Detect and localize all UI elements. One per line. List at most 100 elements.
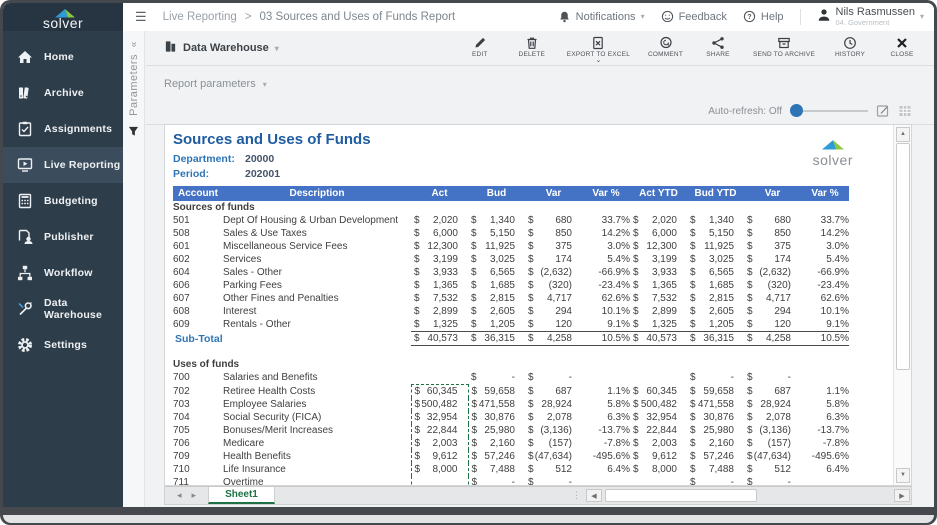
value-cell[interactable]: $7,532 — [411, 292, 468, 305]
scroll-left-button[interactable]: ◀ — [586, 489, 602, 502]
scroll-right-button[interactable]: ▶ — [894, 489, 910, 502]
value-cell[interactable]: $2,078 — [744, 411, 801, 424]
value-cell[interactable]: $60,345 — [630, 385, 687, 399]
subtotal-value-cell[interactable]: $36,315 — [687, 332, 744, 346]
sidebar-item-data-warehouse[interactable]: Data Warehouse — [3, 291, 123, 327]
value-cell[interactable]: -23.4% — [801, 279, 849, 292]
subtotal-value-cell[interactable]: $4,258 — [525, 332, 582, 346]
value-cell[interactable]: $6,000 — [630, 227, 687, 240]
value-cell[interactable]: $30,876 — [687, 411, 744, 424]
value-cell[interactable]: $1,205 — [687, 318, 744, 332]
value-cell[interactable]: $- — [468, 371, 525, 385]
value-cell[interactable]: 6.3% — [582, 411, 630, 424]
parameters-panel-collapsed[interactable]: » Parameters — [123, 31, 145, 507]
account-cell[interactable]: 711 — [173, 476, 223, 486]
value-cell[interactable] — [411, 371, 468, 385]
delete-button[interactable]: DELETE — [506, 32, 558, 60]
account-cell[interactable]: 608 — [173, 305, 223, 318]
description-cell[interactable]: Bonuses/Merit Increases — [223, 424, 411, 437]
sidebar-item-home[interactable]: Home — [3, 39, 123, 75]
value-cell[interactable]: $2,160 — [468, 437, 525, 450]
value-cell[interactable]: $375 — [525, 240, 582, 253]
value-cell[interactable]: -66.9% — [801, 266, 849, 279]
value-cell[interactable] — [411, 476, 468, 486]
vertical-scroll-thumb[interactable] — [896, 143, 910, 370]
value-cell[interactable]: -495.6% — [582, 450, 630, 463]
value-cell[interactable]: 10.1% — [801, 305, 849, 318]
value-cell[interactable]: $2,899 — [630, 305, 687, 318]
value-cell[interactable]: $57,246 — [687, 450, 744, 463]
value-cell[interactable]: $5,150 — [687, 227, 744, 240]
value-cell[interactable]: $22,844 — [630, 424, 687, 437]
value-cell[interactable]: 5.8% — [801, 398, 849, 411]
value-cell[interactable]: $1,365 — [411, 279, 468, 292]
account-cell[interactable]: 601 — [173, 240, 223, 253]
value-cell[interactable]: $6,565 — [687, 266, 744, 279]
value-cell[interactable]: $1,325 — [411, 318, 468, 332]
value-cell[interactable]: -66.9% — [582, 266, 630, 279]
value-cell[interactable]: $11,925 — [468, 240, 525, 253]
value-cell[interactable]: $500,482 — [630, 398, 687, 411]
account-cell[interactable]: 706 — [173, 437, 223, 450]
description-cell[interactable]: Overtime — [223, 476, 411, 486]
subtotal-value-cell[interactable]: $40,573 — [630, 332, 687, 346]
value-cell[interactable]: 10.1% — [582, 305, 630, 318]
solver-logo[interactable]: solver — [3, 3, 123, 31]
value-cell[interactable]: 62.6% — [801, 292, 849, 305]
value-cell[interactable]: $2,605 — [468, 305, 525, 318]
value-cell[interactable]: 9.1% — [801, 318, 849, 332]
value-cell[interactable]: $1,365 — [630, 279, 687, 292]
value-cell[interactable]: $174 — [744, 253, 801, 266]
value-cell[interactable] — [582, 476, 630, 486]
description-cell[interactable]: Employee Salaries — [223, 398, 411, 411]
value-cell[interactable]: 1.1% — [582, 385, 630, 399]
description-cell[interactable]: Parking Fees — [223, 279, 411, 292]
account-cell[interactable]: 604 — [173, 266, 223, 279]
value-cell[interactable]: 1.1% — [801, 385, 849, 399]
value-cell[interactable]: $1,685 — [468, 279, 525, 292]
value-cell[interactable]: $(320) — [744, 279, 801, 292]
sidebar-item-settings[interactable]: Settings — [3, 327, 123, 363]
value-cell[interactable] — [582, 371, 630, 385]
value-cell[interactable]: $1,205 — [468, 318, 525, 332]
description-cell[interactable]: Health Benefits — [223, 450, 411, 463]
value-cell[interactable]: 5.4% — [801, 253, 849, 266]
sidebar-item-workflow[interactable]: Workflow — [3, 255, 123, 291]
sidebar-item-assignments[interactable]: Assignments — [3, 111, 123, 147]
value-cell[interactable]: $3,199 — [411, 253, 468, 266]
value-cell[interactable]: $- — [744, 476, 801, 486]
scroll-up-button[interactable]: ▲ — [896, 127, 910, 142]
close-button[interactable]: CLOSE — [876, 32, 928, 60]
account-cell[interactable]: 704 — [173, 411, 223, 424]
account-cell[interactable]: 501 — [173, 214, 223, 227]
value-cell[interactable]: $6,000 — [411, 227, 468, 240]
value-cell[interactable]: $2,160 — [687, 437, 744, 450]
horizontal-scroll-thumb[interactable] — [605, 489, 757, 502]
value-cell[interactable]: $(2,632) — [525, 266, 582, 279]
sidebar-item-publisher[interactable]: Publisher — [3, 219, 123, 255]
value-cell[interactable]: $12,300 — [630, 240, 687, 253]
value-cell[interactable]: $30,876 — [468, 411, 525, 424]
value-cell[interactable]: $2,020 — [630, 214, 687, 227]
value-cell[interactable]: $5,150 — [468, 227, 525, 240]
account-cell[interactable]: 709 — [173, 450, 223, 463]
description-cell[interactable]: Services — [223, 253, 411, 266]
value-cell[interactable]: $375 — [744, 240, 801, 253]
description-cell[interactable]: Life Insurance — [223, 463, 411, 476]
value-cell[interactable]: $680 — [525, 214, 582, 227]
report-parameters-dropdown[interactable]: Report parameters ▾ — [164, 78, 267, 90]
account-cell[interactable]: 710 — [173, 463, 223, 476]
value-cell[interactable]: $- — [525, 476, 582, 486]
subtotal-value-cell[interactable]: 10.5% — [801, 332, 849, 346]
account-cell[interactable]: 703 — [173, 398, 223, 411]
scrollbar-splitter[interactable]: ⋮ — [568, 487, 585, 504]
value-cell[interactable]: $2,605 — [687, 305, 744, 318]
vertical-scrollbar[interactable]: ▲ ▼ — [893, 125, 911, 485]
scroll-down-button[interactable]: ▼ — [896, 468, 910, 483]
description-cell[interactable]: Social Security (FICA) — [223, 411, 411, 424]
value-cell[interactable]: $12,300 — [411, 240, 468, 253]
value-cell[interactable]: $9,612 — [411, 450, 468, 463]
prev-sheet-button[interactable]: ◂ — [177, 490, 182, 501]
value-cell[interactable]: 62.6% — [582, 292, 630, 305]
edit-mode-icon[interactable] — [876, 104, 890, 118]
